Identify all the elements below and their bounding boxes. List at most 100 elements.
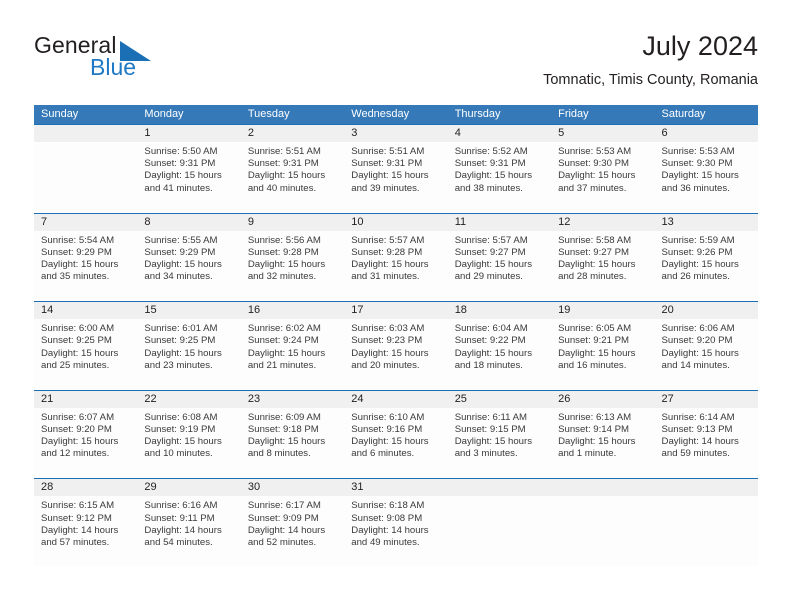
day-cell[interactable]: Sunrise: 5:57 AM Sunset: 9:27 PM Dayligh… xyxy=(448,231,551,301)
day-number[interactable]: 6 xyxy=(655,125,758,142)
daylight-text-line2: and 40 minutes. xyxy=(247,182,317,194)
sunset-text: Sunset: 9:24 PM xyxy=(247,335,319,347)
sunrise-text: Sunrise: 6:04 AM xyxy=(454,323,528,335)
day-number[interactable] xyxy=(551,479,654,496)
sunrise-text: Sunrise: 5:53 AM xyxy=(558,146,632,157)
day-cell[interactable]: Sunrise: 6:01 AM Sunset: 9:25 PM Dayligh… xyxy=(137,319,240,389)
day-cell[interactable]: Sunrise: 5:59 AM Sunset: 9:26 PM Dayligh… xyxy=(655,231,758,301)
day-cell[interactable]: Sunrise: 6:08 AM Sunset: 9:19 PM Dayligh… xyxy=(137,408,240,478)
daylight-text-line2: and 49 minutes. xyxy=(351,536,420,548)
day-number[interactable]: 24 xyxy=(344,391,447,408)
day-number[interactable]: 10 xyxy=(344,214,447,231)
day-cell[interactable]: Sunrise: 5:52 AM Sunset: 9:31 PM Dayligh… xyxy=(448,142,551,212)
sunrise-text: Sunrise: 5:59 AM xyxy=(661,234,735,246)
daylight-text-line1: Daylight: 15 hours xyxy=(454,259,533,270)
day-number[interactable]: 11 xyxy=(448,214,551,231)
sunset-text: Sunset: 9:21 PM xyxy=(558,335,630,347)
day-cell[interactable]: Sunrise: 5:55 AM Sunset: 9:29 PM Dayligh… xyxy=(137,231,240,301)
day-cell[interactable]: Sunrise: 5:53 AM Sunset: 9:30 PM Dayligh… xyxy=(655,142,758,212)
daylight-text-line1: Daylight: 14 hours xyxy=(144,524,222,536)
day-number[interactable]: 3 xyxy=(344,125,447,142)
day-number[interactable]: 29 xyxy=(137,479,240,496)
day-number[interactable]: 1 xyxy=(137,125,240,142)
day-cell[interactable]: Sunrise: 5:57 AM Sunset: 9:28 PM Dayligh… xyxy=(344,231,447,301)
day-number[interactable]: 19 xyxy=(551,302,654,319)
day-number[interactable]: 14 xyxy=(34,302,137,319)
day-cell[interactable]: Sunrise: 6:02 AM Sunset: 9:24 PM Dayligh… xyxy=(241,319,344,389)
day-cell[interactable]: Sunrise: 6:05 AM Sunset: 9:21 PM Dayligh… xyxy=(551,319,654,389)
day-cell[interactable]: Sunrise: 6:00 AM Sunset: 9:25 PM Dayligh… xyxy=(34,319,137,389)
day-number[interactable]: 18 xyxy=(448,302,551,319)
sunrise-text: Sunrise: 6:03 AM xyxy=(351,323,425,335)
day-number[interactable] xyxy=(34,125,137,142)
day-number[interactable]: 31 xyxy=(344,479,447,496)
day-cell[interactable]: Sunrise: 6:16 AM Sunset: 9:11 PM Dayligh… xyxy=(137,496,240,566)
day-cell[interactable]: Sunrise: 5:54 AM Sunset: 9:29 PM Dayligh… xyxy=(34,231,137,301)
day-number[interactable]: 17 xyxy=(344,302,447,319)
day-number[interactable]: 16 xyxy=(241,302,344,319)
day-number[interactable]: 27 xyxy=(655,391,758,408)
day-cell[interactable]: Sunrise: 6:17 AM Sunset: 9:09 PM Dayligh… xyxy=(241,496,344,566)
day-cell[interactable] xyxy=(551,496,654,566)
daylight-text-line1: Daylight: 15 hours xyxy=(454,347,533,359)
day-number[interactable] xyxy=(655,479,758,496)
week-date-band: 7 8 9 10 11 12 13 xyxy=(34,213,758,231)
day-cell[interactable]: Sunrise: 5:51 AM Sunset: 9:31 PM Dayligh… xyxy=(344,142,447,212)
day-number[interactable]: 9 xyxy=(241,214,344,231)
day-number[interactable]: 2 xyxy=(241,125,344,142)
week-detail-band: Sunrise: 6:00 AM Sunset: 9:25 PM Dayligh… xyxy=(34,319,758,390)
day-number[interactable]: 12 xyxy=(551,214,654,231)
sunset-text: Sunset: 9:15 PM xyxy=(454,423,526,435)
day-cell[interactable]: Sunrise: 6:07 AM Sunset: 9:20 PM Dayligh… xyxy=(34,408,137,478)
day-number[interactable]: 25 xyxy=(448,391,551,408)
daylight-text-line2: and 54 minutes. xyxy=(144,536,213,548)
day-number[interactable]: 20 xyxy=(655,302,758,319)
day-number[interactable]: 4 xyxy=(448,125,551,142)
day-cell[interactable]: Sunrise: 5:58 AM Sunset: 9:27 PM Dayligh… xyxy=(551,231,654,301)
day-cell[interactable] xyxy=(448,496,551,566)
day-cell[interactable]: Sunrise: 5:50 AM Sunset: 9:31 PM Dayligh… xyxy=(137,142,240,212)
day-number[interactable]: 7 xyxy=(34,214,137,231)
day-cell[interactable]: Sunrise: 5:51 AM Sunset: 9:31 PM Dayligh… xyxy=(241,142,344,212)
day-cell[interactable]: Sunrise: 6:04 AM Sunset: 9:22 PM Dayligh… xyxy=(448,319,551,389)
sunset-text: Sunset: 9:19 PM xyxy=(144,423,216,435)
day-number[interactable]: 28 xyxy=(34,479,137,496)
sunset-text: Sunset: 9:27 PM xyxy=(558,246,630,258)
day-cell[interactable]: Sunrise: 5:53 AM Sunset: 9:30 PM Dayligh… xyxy=(551,142,654,212)
day-cell[interactable]: Sunrise: 5:56 AM Sunset: 9:28 PM Dayligh… xyxy=(241,231,344,301)
day-number[interactable]: 8 xyxy=(137,214,240,231)
daylight-text-line2: and 12 minutes. xyxy=(41,448,110,460)
day-cell[interactable] xyxy=(34,142,137,212)
sunrise-text: Sunrise: 5:58 AM xyxy=(558,234,632,246)
sunrise-text: Sunrise: 5:50 AM xyxy=(144,146,218,157)
day-number[interactable]: 23 xyxy=(241,391,344,408)
day-cell[interactable]: Sunrise: 6:03 AM Sunset: 9:23 PM Dayligh… xyxy=(344,319,447,389)
daylight-text-line1: Daylight: 15 hours xyxy=(41,436,119,448)
daylight-text-line2: and 59 minutes. xyxy=(661,448,730,460)
day-number[interactable]: 22 xyxy=(137,391,240,408)
day-cell[interactable]: Sunrise: 6:14 AM Sunset: 9:13 PM Dayligh… xyxy=(655,408,758,478)
day-cell[interactable]: Sunrise: 6:15 AM Sunset: 9:12 PM Dayligh… xyxy=(34,496,137,566)
day-cell[interactable] xyxy=(655,496,758,566)
daylight-text-line1: Daylight: 15 hours xyxy=(661,259,739,270)
day-cell[interactable]: Sunrise: 6:11 AM Sunset: 9:15 PM Dayligh… xyxy=(448,408,551,478)
day-number[interactable] xyxy=(448,479,551,496)
day-number[interactable]: 13 xyxy=(655,214,758,231)
sunset-text: Sunset: 9:31 PM xyxy=(351,158,423,170)
daylight-text-line2: and 28 minutes. xyxy=(558,271,627,283)
day-number[interactable]: 26 xyxy=(551,391,654,408)
day-number[interactable]: 5 xyxy=(551,125,654,142)
sunset-text: Sunset: 9:28 PM xyxy=(247,246,319,258)
day-number[interactable]: 21 xyxy=(34,391,137,408)
week-date-band: 21 22 23 24 25 26 27 xyxy=(34,390,758,408)
day-cell[interactable]: Sunrise: 6:06 AM Sunset: 9:20 PM Dayligh… xyxy=(655,319,758,389)
day-number[interactable]: 15 xyxy=(137,302,240,319)
day-cell[interactable]: Sunrise: 6:13 AM Sunset: 9:14 PM Dayligh… xyxy=(551,408,654,478)
sunset-text: Sunset: 9:12 PM xyxy=(41,512,112,524)
day-number[interactable]: 30 xyxy=(241,479,344,496)
day-cell[interactable]: Sunrise: 6:10 AM Sunset: 9:16 PM Dayligh… xyxy=(344,408,447,478)
day-cell[interactable]: Sunrise: 6:18 AM Sunset: 9:08 PM Dayligh… xyxy=(344,496,447,566)
sunrise-text: Sunrise: 5:51 AM xyxy=(247,146,321,157)
daylight-text-line2: and 36 minutes. xyxy=(661,182,730,194)
day-cell[interactable]: Sunrise: 6:09 AM Sunset: 9:18 PM Dayligh… xyxy=(241,408,344,478)
